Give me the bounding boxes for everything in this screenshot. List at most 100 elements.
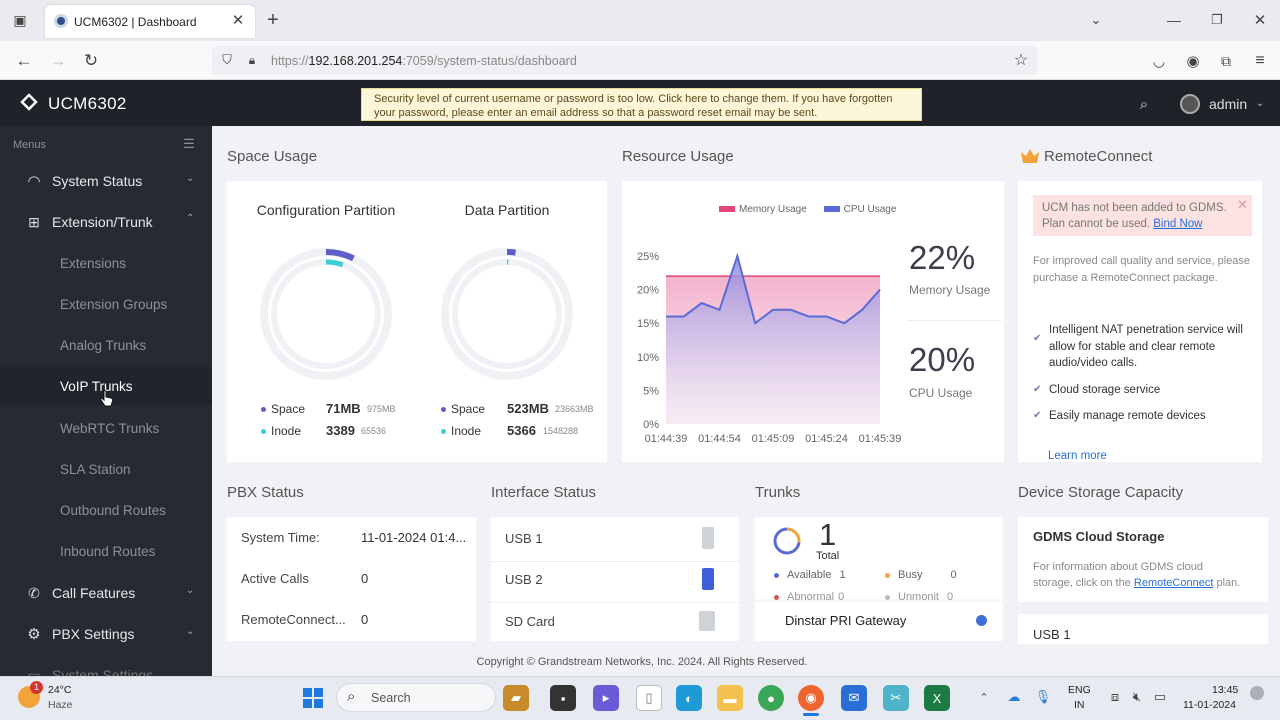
trunk-status-dot bbox=[976, 615, 987, 626]
minimize-icon[interactable]: — bbox=[1164, 10, 1184, 30]
new-tab-icon[interactable]: + bbox=[263, 9, 283, 31]
clock-date[interactable]: 11-01-2024 bbox=[1183, 699, 1236, 711]
back-icon[interactable]: ← bbox=[14, 51, 34, 71]
check-icon: ✔ bbox=[1033, 383, 1042, 395]
sidebar-subitem-inbound-routes[interactable]: Inbound Routes bbox=[0, 532, 212, 570]
sidebar-item-pbx-settings[interactable]: ⚙ PBX Settings ⌄ bbox=[0, 615, 212, 653]
browser-tab[interactable]: UCM6302 | Dashboard ✕ bbox=[45, 5, 255, 38]
taskbar-search[interactable]: ⌕ Search bbox=[336, 683, 496, 712]
briefcase-app-icon[interactable]: ▰ bbox=[503, 685, 529, 711]
forward-icon[interactable]: → bbox=[48, 51, 68, 71]
lock-icon[interactable]: 🔒︎ bbox=[244, 52, 260, 68]
firefox-app-icon[interactable]: ◉ bbox=[798, 685, 824, 711]
legend-label: Inode bbox=[451, 424, 482, 438]
volume-muted-icon[interactable]: 🔇︎ bbox=[1129, 689, 1145, 705]
terminal-app-icon[interactable]: ▪ bbox=[550, 685, 576, 711]
menu-icon[interactable]: ≡ bbox=[1250, 51, 1270, 71]
bind-now-link[interactable]: Bind Now bbox=[1153, 218, 1202, 230]
divider bbox=[491, 561, 739, 562]
system-time-label: System Time: bbox=[241, 530, 320, 545]
gdms-storage-card: GDMS Cloud Storage For information about… bbox=[1018, 517, 1268, 602]
chevron-down-icon: ⌄ bbox=[186, 626, 195, 637]
search-icon[interactable]: ⌕ bbox=[1134, 94, 1154, 114]
trunks-donut bbox=[773, 527, 801, 555]
config-inode-arc bbox=[325, 259, 344, 268]
config-partition-ring bbox=[260, 248, 392, 380]
onedrive-icon[interactable]: ☁ bbox=[1005, 689, 1023, 705]
snipping-app-icon[interactable]: ✂ bbox=[883, 685, 909, 711]
feature-item: ✔ Cloud storage service bbox=[1033, 382, 1258, 399]
notification-icon[interactable] bbox=[1250, 686, 1264, 700]
restore-icon[interactable]: ❐ bbox=[1207, 10, 1227, 30]
data-space-arc bbox=[506, 249, 516, 256]
close-window-icon[interactable]: ✕ bbox=[1250, 10, 1270, 30]
avatar[interactable] bbox=[1180, 94, 1200, 114]
user-name[interactable]: admin bbox=[1209, 96, 1247, 112]
sidebar-subitem-webrtc-trunks[interactable]: WebRTC Trunks bbox=[0, 409, 212, 447]
sidebar-item-call-features[interactable]: ✆ Call Features ⌄ bbox=[0, 574, 212, 612]
tray-chevron-up-icon[interactable]: ⌃ bbox=[976, 689, 992, 705]
trunk-row[interactable]: Dinstar PRI Gateway bbox=[755, 602, 1003, 641]
language-primary[interactable]: ENG bbox=[1068, 684, 1091, 696]
remote-connect-link[interactable]: RemoteConnect bbox=[1134, 577, 1214, 589]
abnormal-dot bbox=[774, 594, 779, 600]
trunks-total-value: 1 bbox=[819, 517, 837, 552]
sidebar-item-label: System Status bbox=[52, 173, 143, 189]
weather-badge: 1 bbox=[30, 681, 43, 694]
shield-icon[interactable]: ⛉ bbox=[219, 52, 235, 68]
close-tab-icon[interactable]: ✕ bbox=[229, 11, 247, 29]
mouse-cursor-icon bbox=[100, 389, 114, 407]
battery-icon[interactable]: ▭ bbox=[1152, 689, 1168, 705]
windows-start-icon[interactable] bbox=[302, 687, 324, 709]
pocket-icon[interactable]: ◡ bbox=[1149, 51, 1169, 71]
chevron-down-icon[interactable]: ⌄ bbox=[1086, 10, 1106, 30]
extensions-icon[interactable]: ⧉ bbox=[1216, 51, 1236, 71]
sidebar-item-system-status[interactable]: ◠ System Status ⌄ bbox=[0, 162, 212, 200]
trunks-title: Trunks bbox=[755, 484, 801, 501]
sidebar-subitem-outbound-routes[interactable]: Outbound Routes bbox=[0, 491, 212, 529]
edge-app-icon[interactable]: ◐ bbox=[676, 685, 702, 711]
sidebar-item-label: Extension/Trunk bbox=[52, 214, 153, 230]
weather-temp[interactable]: 24°C bbox=[48, 684, 71, 696]
teams-app-icon[interactable]: ▸ bbox=[593, 685, 619, 711]
pbx-status-card: System Time: 11-01-2024 01:4... Active C… bbox=[227, 517, 476, 641]
search-icon: ⌕ bbox=[347, 688, 356, 705]
usb-inactive-icon bbox=[702, 527, 714, 549]
sidebar-subitem-extensions[interactable]: Extensions bbox=[0, 244, 212, 282]
file-explorer-icon[interactable]: ▬ bbox=[717, 685, 743, 711]
reload-icon[interactable]: ↻ bbox=[81, 51, 101, 71]
account-icon[interactable]: ◉ bbox=[1183, 51, 1203, 71]
network-icon[interactable]: ⧈ bbox=[1107, 689, 1123, 705]
unmonit-label: Unmonit bbox=[898, 591, 939, 600]
sidebar-subitem-analog-trunks[interactable]: Analog Trunks bbox=[0, 326, 212, 364]
usb2-label: USB 2 bbox=[505, 572, 543, 587]
sidebar-item-extension-trunk[interactable]: ⊞ Extension/Trunk ⌃ bbox=[0, 203, 212, 241]
feature-text: Easily manage remote devices bbox=[1049, 410, 1206, 422]
trunk-name: Dinstar PRI Gateway bbox=[785, 613, 907, 628]
collapse-menu-icon[interactable]: ☰ bbox=[180, 136, 198, 152]
user-chevron-down-icon[interactable]: ⌄ bbox=[1254, 96, 1266, 110]
busy-dot bbox=[885, 572, 890, 578]
x-tick-label: 01:45:24 bbox=[805, 433, 848, 445]
data-space-total: 23663MB bbox=[555, 404, 594, 414]
security-warning-banner[interactable]: Security level of current username or pa… bbox=[361, 88, 922, 121]
sidebar-subitem-sla-station[interactable]: SLA Station bbox=[0, 450, 212, 488]
excel-app-icon[interactable]: X bbox=[924, 685, 950, 711]
close-alert-icon[interactable]: ✕ bbox=[1237, 197, 1248, 213]
language-secondary[interactable]: IN bbox=[1074, 699, 1085, 711]
sidebar-subitem-extension-groups[interactable]: Extension Groups bbox=[0, 285, 212, 323]
chrome-app-icon[interactable]: ● bbox=[758, 685, 784, 711]
active-calls-value: 0 bbox=[361, 571, 369, 586]
config-space-total: 975MB bbox=[367, 404, 396, 414]
learn-more-link[interactable]: Learn more bbox=[1048, 450, 1107, 462]
trunks-total-label: Total bbox=[816, 550, 840, 562]
mail-app-icon[interactable]: ✉ bbox=[841, 685, 867, 711]
document-app-icon[interactable]: ▯ bbox=[636, 685, 662, 711]
clock-time[interactable]: 13:45 bbox=[1212, 684, 1238, 696]
bookmark-star-icon[interactable]: ☆ bbox=[1012, 51, 1030, 69]
brand-name: UCM6302 bbox=[48, 94, 127, 113]
microphone-icon[interactable]: 🎙︎ bbox=[1035, 689, 1052, 705]
address-bar[interactable]: ⛉ 🔒︎ https://192.168.201.254:7059/system… bbox=[212, 46, 1038, 75]
tab-list-icon[interactable]: ▣ bbox=[10, 10, 30, 30]
sidebar-item-system-settings[interactable]: ▭ System Settings bbox=[0, 656, 212, 677]
